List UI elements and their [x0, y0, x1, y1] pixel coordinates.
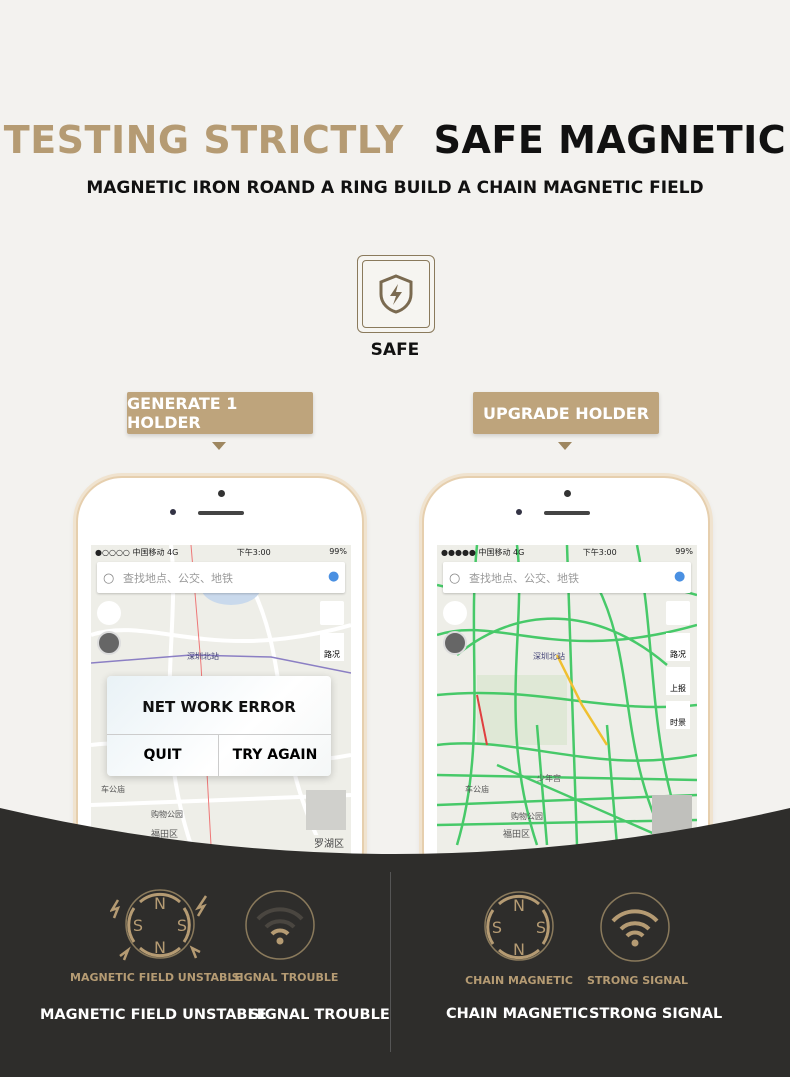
- shield-lightning-icon: [379, 274, 413, 314]
- caption-small: MAGNETIC FIELD UNSTABLE: [70, 971, 242, 984]
- svg-text:N: N: [154, 938, 166, 957]
- caption: CHAIN MAGNETIC: [446, 1006, 589, 1022]
- traffic-button[interactable]: 路况: [666, 633, 690, 661]
- map-label: 深圳北站: [533, 652, 565, 661]
- svg-text:S: S: [492, 918, 502, 937]
- map-label: 车公庙: [101, 785, 125, 794]
- microphone-icon[interactable]: ●: [328, 569, 339, 584]
- caption: MAGNETIC FIELD UNSTABLE: [40, 1007, 267, 1023]
- report-button[interactable]: 上报: [666, 667, 690, 695]
- search-icon: ○: [103, 571, 115, 586]
- safe-badge: [357, 255, 435, 333]
- map-label: 车公庙: [465, 785, 489, 794]
- caption: SIGNAL TROUBLE: [249, 1007, 390, 1023]
- try-again-button[interactable]: TRY AGAIN: [219, 734, 331, 776]
- layers-icon[interactable]: [666, 601, 690, 625]
- chain-magnet-icon: N N S S: [484, 891, 554, 961]
- traffic-button[interactable]: 路况: [320, 633, 344, 661]
- svg-text:N: N: [513, 896, 525, 915]
- generate-1-holder-label: GENERATE 1 HOLDER: [127, 392, 313, 434]
- caption-small: SIGNAL TROUBLE: [231, 971, 339, 984]
- speaker-dot: [564, 490, 571, 497]
- weak-wifi-icon: [245, 890, 315, 960]
- network-error-dialog: NET WORK ERROR QUIT TRY AGAIN: [107, 676, 331, 776]
- dialog-title: NET WORK ERROR: [142, 698, 296, 716]
- speaker-dot: [218, 490, 225, 497]
- map-label: 少年宫: [537, 774, 561, 783]
- caption-small: STRONG SIGNAL: [586, 974, 689, 987]
- compass-icon[interactable]: [97, 631, 121, 655]
- svg-text:S: S: [177, 916, 187, 935]
- map-search-input[interactable]: 查找地点、公交、地铁: [443, 562, 691, 593]
- earpiece: [544, 511, 590, 515]
- svg-text:S: S: [133, 916, 143, 935]
- safe-label: SAFE: [370, 340, 420, 360]
- subtitle: MAGNETIC IRON ROAND A RING BUILD A CHAIN…: [86, 178, 704, 198]
- message-icon[interactable]: [443, 601, 467, 625]
- search-icon: ○: [449, 571, 461, 586]
- time-view-button[interactable]: 时景: [666, 701, 690, 729]
- map-label: 深圳北站: [187, 652, 219, 661]
- upgrade-holder-label: UPGRADE HOLDER: [473, 392, 659, 434]
- quit-button[interactable]: QUIT: [107, 734, 218, 776]
- arrow-down-icon: [212, 442, 226, 450]
- arrow-down-icon: [558, 442, 572, 450]
- map-search-input[interactable]: 查找地点、公交、地铁: [97, 562, 345, 593]
- unstable-magnet-icon: N N S S: [110, 889, 208, 961]
- svg-text:S: S: [536, 918, 546, 937]
- camera-icon: [516, 509, 522, 515]
- caption: STRONG SIGNAL: [589, 1006, 723, 1022]
- message-icon[interactable]: [97, 601, 121, 625]
- status-bar: ●●●●● 中国移动 4G 下午3:00 99%: [441, 547, 693, 557]
- svg-text:N: N: [154, 894, 166, 913]
- caption-small: CHAIN MAGNETIC: [465, 974, 573, 987]
- microphone-icon[interactable]: ●: [674, 569, 685, 584]
- svg-text:N: N: [513, 940, 525, 959]
- divider: [390, 872, 391, 1052]
- strong-wifi-icon: [600, 892, 670, 962]
- layers-icon[interactable]: [320, 601, 344, 625]
- status-bar: ●○○○○ 中国移动 4G 下午3:00 99%: [95, 547, 347, 557]
- camera-icon: [170, 509, 176, 515]
- page-title: TESTING STRICTLY SAFE MAGNETIC: [3, 118, 787, 162]
- compass-icon[interactable]: [443, 631, 467, 655]
- earpiece: [198, 511, 244, 515]
